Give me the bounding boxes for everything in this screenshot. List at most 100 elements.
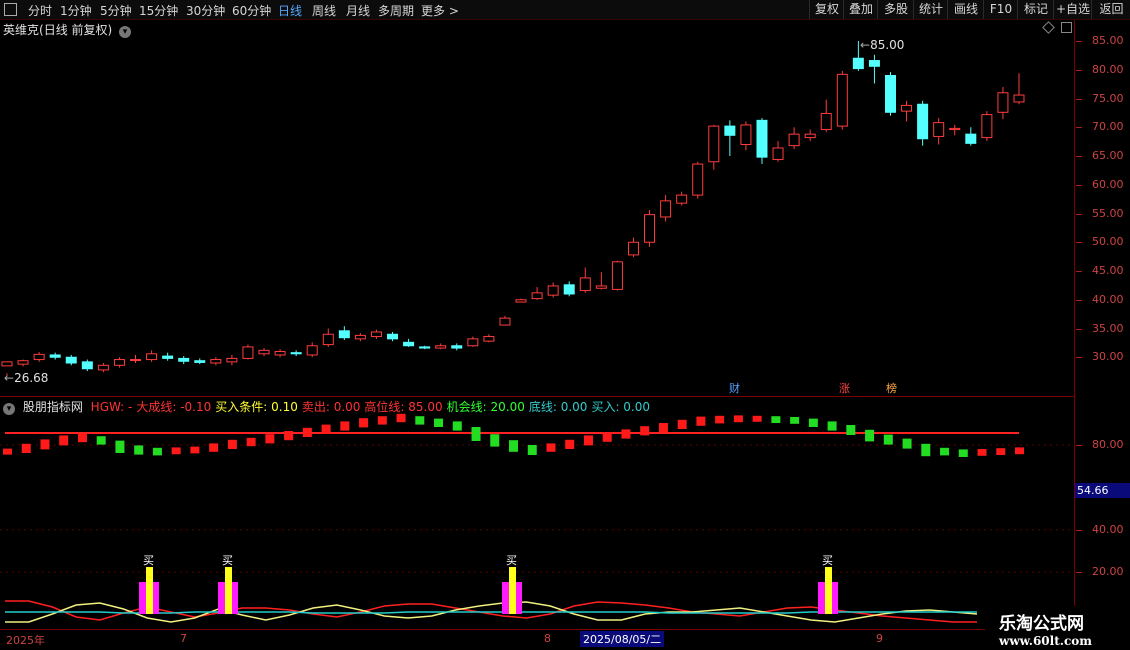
toolbar-button-7[interactable]: +自选 — [1053, 0, 1092, 19]
indicator-tick-label: 80.00 — [1092, 438, 1124, 451]
toolbar-button-8[interactable]: 返回 — [1091, 0, 1130, 19]
period-tab-3[interactable]: 15分钟 — [139, 2, 178, 19]
oscillator-bar — [752, 415, 762, 422]
candle-body — [756, 119, 768, 158]
price-tick-label: 75.00 — [1092, 91, 1124, 105]
price-tick-label: 30.00 — [1092, 350, 1124, 364]
buy-label: 买 — [822, 554, 833, 567]
diamond-icon[interactable] — [1042, 21, 1055, 34]
price-tick — [1076, 41, 1082, 42]
candle-body — [290, 352, 302, 355]
period-tab-9[interactable]: 多周期 — [378, 2, 414, 19]
oscillator-bar — [265, 434, 275, 444]
price-tick-label: 65.00 — [1092, 149, 1124, 162]
period-tab-8[interactable]: 月线 — [346, 2, 370, 19]
period-tab-5[interactable]: 60分钟 — [232, 2, 271, 19]
period-tab-10[interactable]: 更多 > — [421, 2, 459, 19]
stock-name: 英维克 — [3, 23, 40, 37]
candle-body — [113, 359, 125, 366]
period-tab-0[interactable]: 分时 — [28, 2, 52, 19]
oscillator-bar — [1015, 447, 1024, 455]
candle-body — [467, 338, 479, 347]
oscillator-bar — [846, 425, 856, 435]
toolbar-button-0[interactable]: 复权 — [809, 0, 844, 19]
oscillator-bar — [40, 439, 50, 450]
candle-body — [563, 284, 575, 295]
candle-body — [836, 73, 848, 127]
stock-mode: (日线 前复权) — [39, 23, 113, 37]
indicator-tick-label: 20.00 — [1092, 565, 1124, 579]
candle-body — [306, 345, 318, 356]
oscillator-bar — [171, 447, 181, 455]
price-tick-label: 60.00 — [1092, 177, 1124, 191]
indicator-chart[interactable]: 买买买买 — [0, 412, 1074, 629]
candle-body — [1013, 94, 1025, 103]
toolbar-button-6[interactable]: 标记 — [1017, 0, 1054, 19]
price-tick — [1076, 98, 1082, 100]
candlestick-chart[interactable] — [0, 38, 1074, 396]
event-marker[interactable]: 财 — [727, 380, 742, 396]
candle-body — [81, 361, 93, 370]
indicator-tick — [1076, 572, 1082, 574]
oscillator-bar — [996, 448, 1006, 455]
candle-body — [933, 122, 945, 137]
candle-body — [884, 75, 896, 113]
oscillator-bar — [677, 419, 687, 429]
buy-bar-yellow — [509, 567, 516, 614]
toolbar-button-3[interactable]: 统计 — [913, 0, 948, 19]
window-icon[interactable] — [4, 3, 17, 16]
candle-body — [547, 285, 559, 296]
period-tab-6[interactable]: 日线 — [278, 2, 302, 19]
toolbar-button-2[interactable]: 多股 — [877, 0, 914, 19]
candle-body — [162, 355, 174, 359]
price-tick — [1076, 357, 1082, 359]
oscillator-bar — [190, 446, 200, 454]
high-price-label: ←85.00 — [860, 38, 905, 52]
period-tab-1[interactable]: 1分钟 — [60, 2, 92, 19]
candle-body — [130, 359, 142, 362]
oscillator-bar — [452, 421, 462, 431]
candle-body — [17, 360, 29, 365]
toolbar-button-5[interactable]: F10 — [983, 0, 1018, 19]
candle-body — [660, 200, 672, 218]
candle-body — [965, 133, 977, 144]
oscillator-bar — [396, 413, 406, 423]
period-tab-4[interactable]: 30分钟 — [186, 2, 225, 19]
candle-body — [403, 341, 415, 347]
toolbar-button-1[interactable]: 叠加 — [843, 0, 878, 19]
price-tick — [1076, 213, 1082, 215]
period-tab-2[interactable]: 5分钟 — [100, 2, 132, 19]
event-marker[interactable]: 涨 — [837, 380, 852, 396]
candle-body — [451, 345, 463, 349]
candle-body — [515, 299, 527, 303]
event-marker[interactable]: 榜 — [884, 380, 899, 396]
date-axis: 2025年 7 8 2025/08/05/二 9 — [0, 630, 1130, 650]
price-tick-label: 80.00 — [1092, 62, 1124, 76]
oscillator-bar — [715, 415, 725, 424]
candle-body — [499, 317, 511, 326]
candle-body — [901, 104, 913, 112]
oscillator-bar — [115, 440, 125, 453]
oscillator-bar — [246, 437, 256, 447]
candle-body — [949, 127, 961, 131]
candle-body — [644, 214, 656, 243]
candle-body — [1, 361, 13, 367]
chevron-down-icon[interactable]: ▾ — [119, 26, 132, 38]
settings-icon[interactable] — [1061, 22, 1072, 33]
candle-body — [627, 241, 639, 256]
toolbar-button-4[interactable]: 画线 — [947, 0, 984, 19]
buy-label: 买 — [222, 554, 233, 567]
indicator-tick-label: 40.00 — [1092, 522, 1124, 536]
candle-body — [210, 359, 222, 364]
period-tab-7[interactable]: 周线 — [312, 2, 336, 19]
price-tick-label: 55.00 — [1092, 206, 1124, 220]
oscillator-bar — [359, 418, 369, 428]
buy-bar-yellow — [146, 567, 153, 614]
candle-body — [49, 354, 61, 358]
oscillator-bar — [59, 435, 69, 446]
oscillator-bar — [490, 434, 500, 447]
panel-divider — [0, 396, 1074, 397]
candle-body — [724, 125, 736, 136]
oscillator-bar — [321, 424, 331, 434]
buy-bar-yellow — [825, 567, 832, 614]
